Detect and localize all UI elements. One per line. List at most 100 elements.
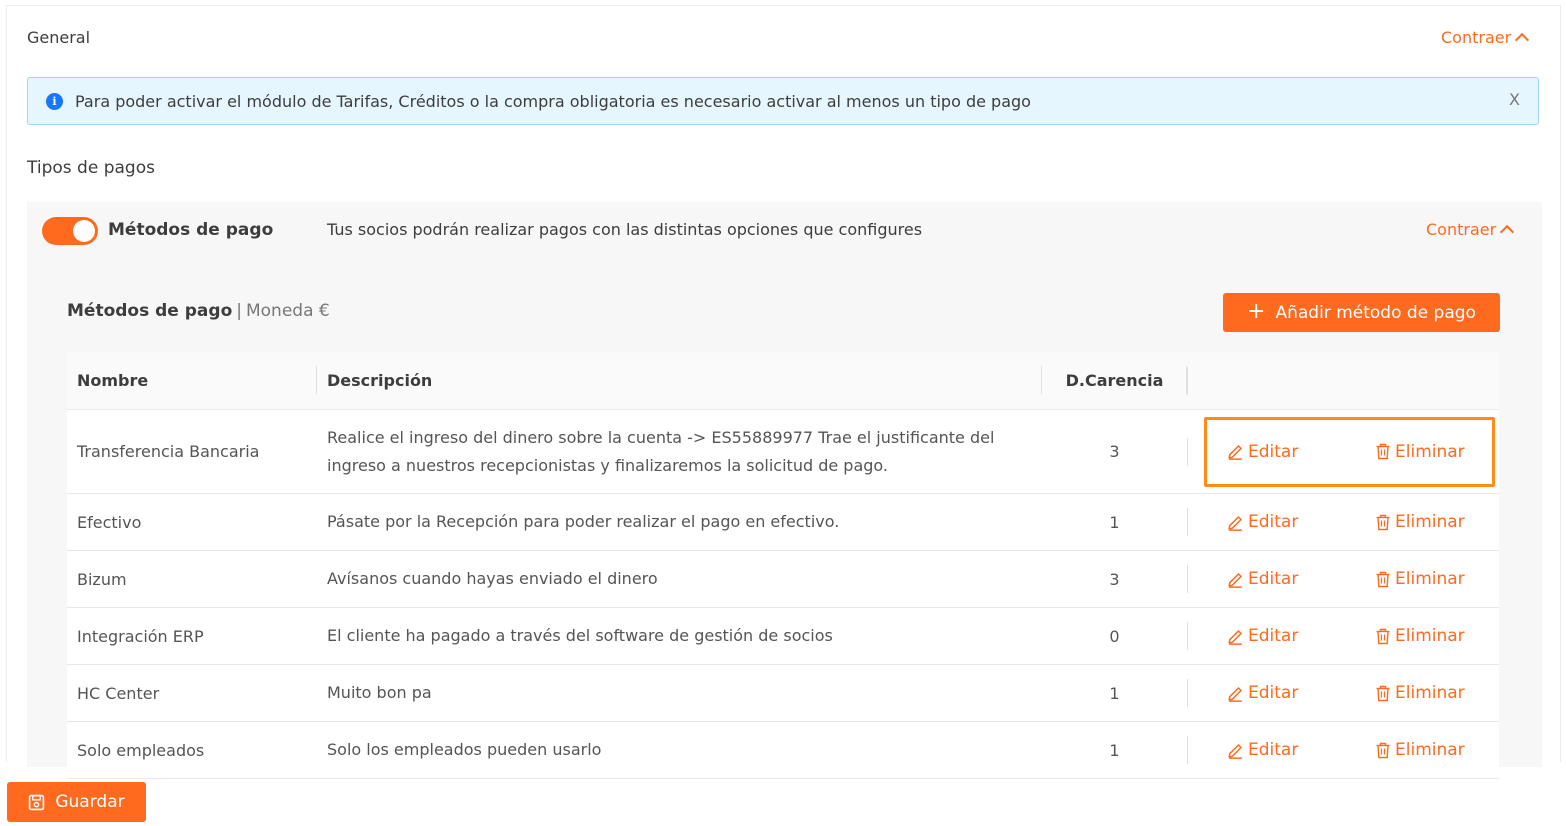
currency-label: Moneda € <box>245 301 330 321</box>
pencil-icon <box>1227 742 1244 759</box>
table-row: Solo empleados Solo los empleados pueden … <box>67 722 1499 779</box>
title-separator: | <box>236 301 242 321</box>
payment-methods-toggle[interactable] <box>42 217 98 245</box>
method-carencia: 1 <box>1109 512 1120 532</box>
table-row: HC Center Muito bon pa 1 Editar Eliminar <box>67 665 1499 722</box>
edit-label: Editar <box>1248 569 1299 589</box>
info-icon: i <box>46 92 63 110</box>
table-header: Nombre Descripción D.Carencia <box>67 352 1499 410</box>
row-actions: Editar Eliminar <box>1187 410 1499 493</box>
header-description: Descripción <box>317 352 1042 409</box>
methods-title-label: Métodos de pago <box>67 301 233 321</box>
delete-button[interactable]: Eliminar <box>1375 512 1465 532</box>
header-carencia: D.Carencia <box>1042 352 1187 409</box>
method-name: Solo empleados <box>77 740 205 760</box>
row-actions: Editar Eliminar <box>1187 494 1499 550</box>
pencil-icon <box>1227 571 1244 588</box>
methods-title: Métodos de pago | Moneda € <box>67 301 330 321</box>
alert-close-button[interactable]: X <box>1509 90 1520 109</box>
method-name: Integración ERP <box>77 626 204 646</box>
delete-button[interactable]: Eliminar <box>1375 569 1465 589</box>
section-title: General <box>27 28 91 47</box>
settings-card: General Contraer i Para poder activar el… <box>6 5 1561 779</box>
edit-label: Editar <box>1248 512 1299 532</box>
row-actions: Editar Eliminar <box>1187 608 1499 664</box>
method-description: Pásate por la Recepción para poder reali… <box>327 512 840 531</box>
trash-icon <box>1375 742 1391 759</box>
save-label: Guardar <box>55 792 125 812</box>
row-actions: Editar Eliminar <box>1187 551 1499 607</box>
payment-types-title: Tipos de pagos <box>27 158 155 178</box>
chevron-up-icon <box>1515 32 1530 47</box>
plus-icon: + <box>1247 298 1266 324</box>
table-row: Transferencia Bancaria Realice el ingreso… <box>67 410 1499 494</box>
general-collapse-link[interactable]: Contraer <box>1441 28 1530 47</box>
method-description: Muito bon pa <box>327 683 432 702</box>
collapse-label: Contraer <box>1441 28 1512 47</box>
collapse-label: Contraer <box>1426 220 1497 239</box>
delete-label: Eliminar <box>1395 569 1465 589</box>
edit-button[interactable]: Editar <box>1227 442 1298 462</box>
edit-label: Editar <box>1248 740 1299 760</box>
method-name: Bizum <box>77 569 127 589</box>
edit-button[interactable]: Editar <box>1227 740 1298 760</box>
method-carencia: 3 <box>1109 442 1120 461</box>
delete-button[interactable]: Eliminar <box>1375 442 1465 462</box>
pencil-icon <box>1227 685 1244 702</box>
edit-button[interactable]: Editar <box>1227 512 1298 532</box>
method-name: Transferencia Bancaria <box>77 442 260 461</box>
header-actions <box>1187 352 1499 409</box>
trash-icon <box>1375 443 1391 460</box>
delete-button[interactable]: Eliminar <box>1375 683 1465 703</box>
trash-icon <box>1375 571 1391 588</box>
pencil-icon <box>1227 628 1244 645</box>
delete-label: Eliminar <box>1395 740 1465 760</box>
pencil-icon <box>1227 514 1244 531</box>
table-row: Bizum Avísanos cuando hayas enviado el di… <box>67 551 1499 608</box>
trash-icon <box>1375 514 1391 531</box>
panel-collapse-link[interactable]: Contraer <box>1426 220 1515 239</box>
method-description: Solo los empleados pueden usarlo <box>327 740 602 759</box>
header-name: Nombre <box>67 352 317 409</box>
delete-button[interactable]: Eliminar <box>1375 626 1465 646</box>
save-icon <box>29 794 45 810</box>
method-description: El cliente ha pagado a través del softwa… <box>327 626 833 645</box>
edit-label: Editar <box>1248 626 1299 646</box>
info-alert: i Para poder activar el módulo de Tarifa… <box>27 77 1539 125</box>
edit-button[interactable]: Editar <box>1227 626 1298 646</box>
method-carencia: 1 <box>1109 740 1120 760</box>
delete-button[interactable]: Eliminar <box>1375 740 1465 760</box>
toggle-label: Métodos de pago <box>108 220 274 240</box>
toggle-knob <box>73 220 95 242</box>
method-description: Avísanos cuando hayas enviado el dinero <box>327 569 658 588</box>
method-carencia: 0 <box>1109 626 1120 646</box>
panel-description: Tus socios podrán realizar pagos con las… <box>327 220 923 239</box>
edit-button[interactable]: Editar <box>1227 569 1298 589</box>
trash-icon <box>1375 628 1391 645</box>
table-row: Integración ERP El cliente ha pagado a tr… <box>67 608 1499 665</box>
delete-label: Eliminar <box>1395 683 1465 703</box>
method-carencia: 3 <box>1109 569 1120 589</box>
add-button-label: Añadir método de pago <box>1275 302 1476 323</box>
delete-label: Eliminar <box>1395 626 1465 646</box>
delete-label: Eliminar <box>1395 441 1465 462</box>
chevron-up-icon <box>1500 224 1515 239</box>
table-body: Transferencia Bancaria Realice el ingreso… <box>67 410 1499 779</box>
row-actions: Editar Eliminar <box>1187 722 1499 778</box>
method-name: HC Center <box>77 683 160 703</box>
row-actions: Editar Eliminar <box>1187 665 1499 721</box>
table-row: Efectivo Pásate por la Recepción para pod… <box>67 494 1499 551</box>
edit-label: Editar <box>1248 441 1299 462</box>
method-name: Efectivo <box>77 512 142 532</box>
edit-label: Editar <box>1248 683 1299 703</box>
alert-message: Para poder activar el módulo de Tarifas,… <box>75 91 1031 111</box>
method-carencia: 1 <box>1109 683 1120 703</box>
delete-label: Eliminar <box>1395 512 1465 532</box>
pencil-icon <box>1227 443 1244 460</box>
trash-icon <box>1375 685 1391 702</box>
edit-button[interactable]: Editar <box>1227 683 1298 703</box>
payment-methods-panel: Métodos de pago Tus socios podrán realiz… <box>27 202 1542 779</box>
add-payment-method-button[interactable]: + Añadir método de pago <box>1223 293 1500 332</box>
save-button[interactable]: Guardar <box>7 782 146 822</box>
method-description: Realice el ingreso del dinero sobre la c… <box>327 427 995 475</box>
